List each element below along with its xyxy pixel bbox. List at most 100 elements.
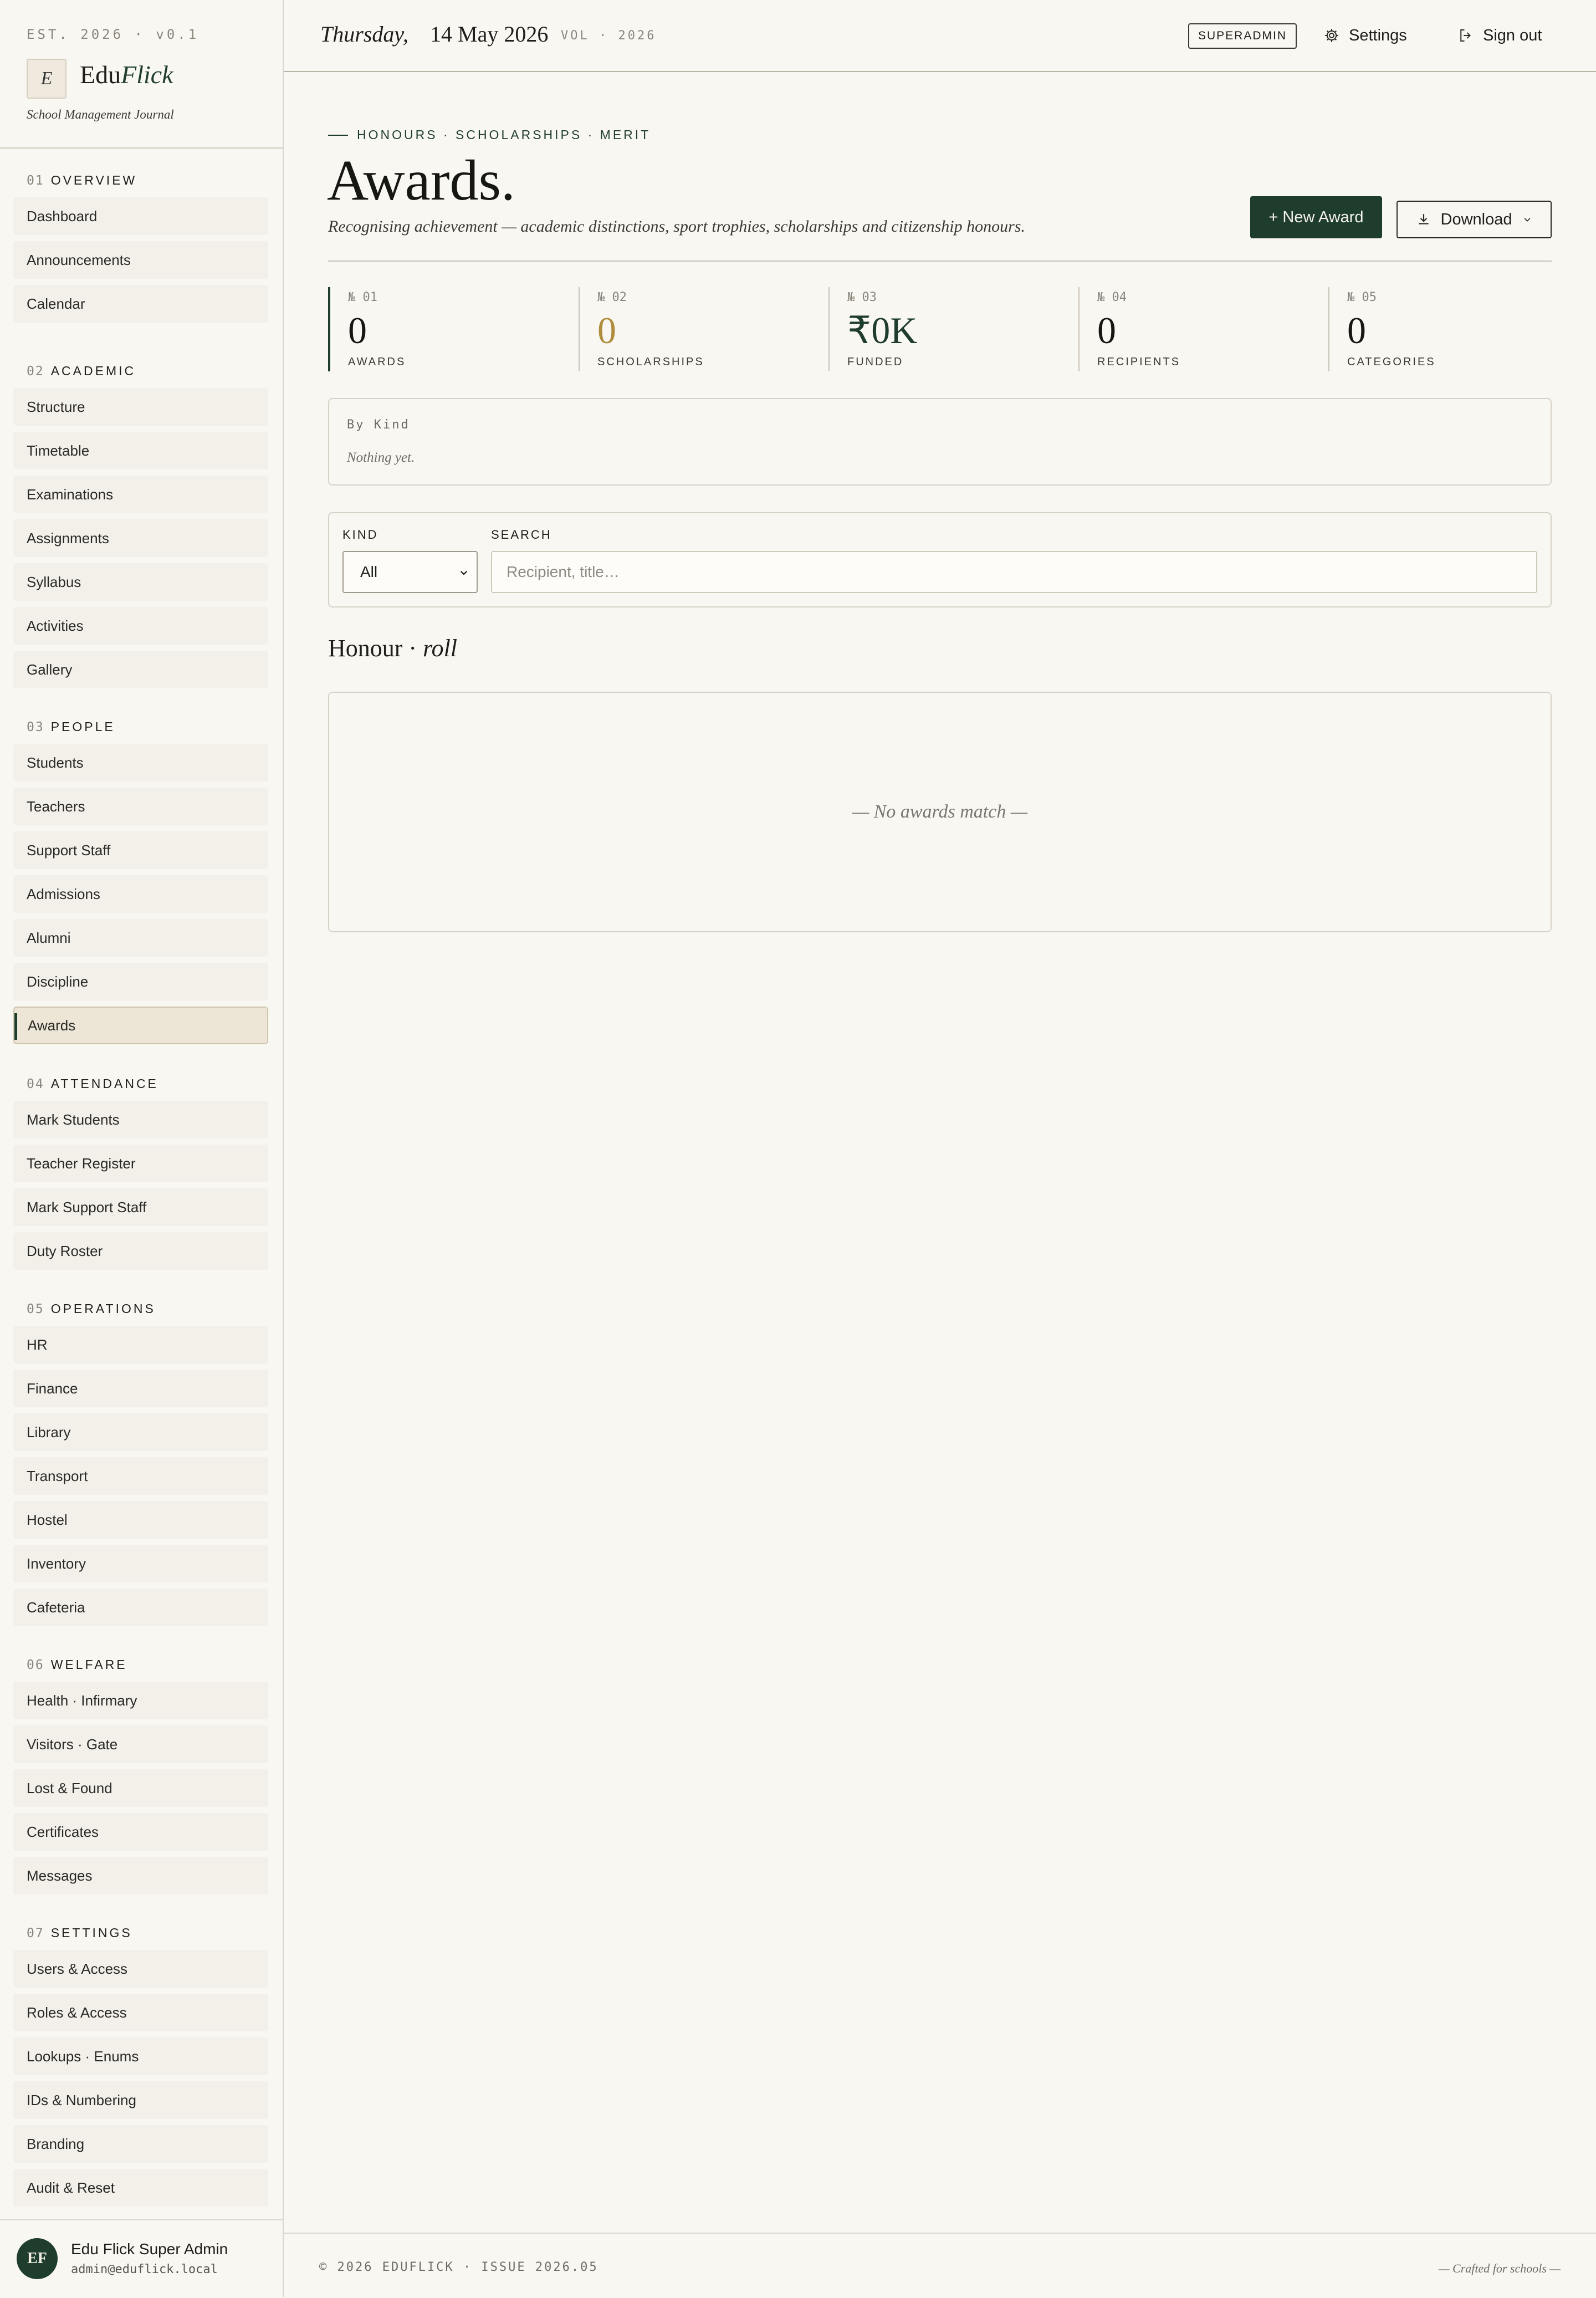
by-kind-title: By Kind xyxy=(347,418,410,432)
stat-tile-categories: № 05 0 CATEGORIES xyxy=(1328,287,1580,371)
settings-label: Settings xyxy=(1349,26,1407,44)
nav-group-title: OVERVIEW xyxy=(50,173,137,187)
sidebar-item-structure[interactable]: Structure xyxy=(13,388,268,426)
stat-value: 0 xyxy=(1097,309,1116,351)
page-subtitle: Recognising achievement — academic disti… xyxy=(328,217,1025,236)
nav-group-heading: 05 OPERATIONS xyxy=(27,1301,156,1316)
sidebar-item-audit-reset[interactable]: Audit & Reset xyxy=(13,2169,268,2207)
search-filter-label: SEARCH xyxy=(491,528,552,542)
current-day: Thursday, xyxy=(320,22,408,47)
sidebar-item-library[interactable]: Library xyxy=(13,1413,268,1451)
nav-group-heading: 01 OVERVIEW xyxy=(27,173,137,188)
by-kind-empty-text: Nothing yet. xyxy=(347,450,415,465)
sidebar-item-admissions[interactable]: Admissions xyxy=(13,875,268,913)
sidebar-item-finance[interactable]: Finance xyxy=(13,1370,268,1407)
stat-label: RECIPIENTS xyxy=(1097,356,1181,368)
sidebar-item-lookups-enums[interactable]: Lookups · Enums xyxy=(13,2037,268,2075)
sidebar-item-alumni[interactable]: Alumni xyxy=(13,919,268,957)
eyebrow-text: HONOURS · SCHOLARSHIPS · MERIT xyxy=(357,127,651,142)
kind-filter-label: KIND xyxy=(342,528,378,542)
sidebar-item-roles-access[interactable]: Roles & Access xyxy=(13,1994,268,2031)
sidebar-item-users-access[interactable]: Users & Access xyxy=(13,1950,268,1988)
sidebar-item-cafeteria[interactable]: Cafeteria xyxy=(13,1589,268,1626)
nav-group-title: ACADEMIC xyxy=(50,364,136,378)
sidebar-item-mark-support-staff[interactable]: Mark Support Staff xyxy=(13,1188,268,1226)
nav-group-heading: 02 ACADEMIC xyxy=(27,364,136,379)
nav-group-number: 04 xyxy=(27,1077,44,1091)
sidebar-item-health-infirmary[interactable]: Health · Infirmary xyxy=(13,1682,268,1719)
page-title: Awards. xyxy=(327,149,515,212)
sidebar-item-timetable[interactable]: Timetable xyxy=(13,432,268,469)
sidebar-item-syllabus[interactable]: Syllabus xyxy=(13,563,268,601)
stat-label: FUNDED xyxy=(847,356,904,368)
sidebar-item-hostel[interactable]: Hostel xyxy=(13,1501,268,1539)
nav-group-number: 06 xyxy=(27,1658,44,1672)
stat-label: AWARDS xyxy=(348,356,406,368)
sidebar-item-mark-students[interactable]: Mark Students xyxy=(13,1101,268,1138)
sidebar-item-discipline[interactable]: Discipline xyxy=(13,963,268,1000)
stat-label: SCHOLARSHIPS xyxy=(597,356,704,368)
stat-value: 0 xyxy=(348,309,367,351)
download-button[interactable]: Download xyxy=(1396,201,1552,238)
sidebar-item-teachers[interactable]: Teachers xyxy=(13,788,268,825)
sidebar-item-certificates[interactable]: Certificates xyxy=(13,1813,268,1851)
sidebar-item-dashboard[interactable]: Dashboard xyxy=(13,197,268,235)
stat-tile-recipients: № 04 0 RECIPIENTS xyxy=(1078,287,1330,371)
brand-name-part-b: Flick xyxy=(121,60,173,89)
sidebar-item-examinations[interactable]: Examinations xyxy=(13,476,268,513)
stat-tile-awards: № 01 0 AWARDS xyxy=(328,287,581,371)
brand-name-part-a: Edu xyxy=(80,60,121,89)
honour-roll-list: — No awards match — xyxy=(328,692,1552,932)
stat-tile-funded: № 03 ₹0K FUNDED xyxy=(828,287,1080,371)
nav-group-title: OPERATIONS xyxy=(50,1301,156,1316)
kind-select-value: All xyxy=(360,563,378,580)
chevron-down-icon xyxy=(460,570,468,575)
honour-roll-title-a: Honour · xyxy=(328,635,423,662)
sidebar-item-assignments[interactable]: Assignments xyxy=(13,519,268,557)
sidebar-item-messages[interactable]: Messages xyxy=(13,1857,268,1894)
stat-index: № 02 xyxy=(597,290,627,304)
sidebar-item-gallery[interactable]: Gallery xyxy=(13,651,268,688)
stat-tile-scholarships: № 02 0 SCHOLARSHIPS xyxy=(579,287,830,371)
stat-label: CATEGORIES xyxy=(1347,356,1436,368)
user-name: Edu Flick Super Admin xyxy=(71,2240,228,2258)
settings-button[interactable]: Settings xyxy=(1323,24,1407,47)
avatar[interactable]: EF xyxy=(17,2238,58,2279)
sidebar: EST. 2026 · v0.1 E EduFlick School Manag… xyxy=(0,0,284,2297)
nav-group-heading: 04 ATTENDANCE xyxy=(27,1076,158,1091)
sidebar-item-visitors-gate[interactable]: Visitors · Gate xyxy=(13,1725,268,1763)
sign-out-icon xyxy=(1460,29,1471,42)
stat-index: № 03 xyxy=(847,290,877,304)
gear-icon xyxy=(1325,29,1338,42)
sidebar-item-hr[interactable]: HR xyxy=(13,1326,268,1364)
brand-logo-mark[interactable]: E xyxy=(27,59,66,99)
sidebar-item-duty-roster[interactable]: Duty Roster xyxy=(13,1232,268,1270)
sign-out-button[interactable]: Sign out xyxy=(1457,24,1542,47)
brand-name[interactable]: EduFlick xyxy=(80,60,173,89)
download-icon xyxy=(1418,214,1429,224)
sidebar-item-awards[interactable]: Awards xyxy=(13,1007,268,1044)
sidebar-item-ids-numbering[interactable]: IDs & Numbering xyxy=(13,2081,268,2119)
chevron-down-icon xyxy=(1525,218,1531,222)
sidebar-item-students[interactable]: Students xyxy=(13,744,268,782)
sidebar-item-inventory[interactable]: Inventory xyxy=(13,1545,268,1582)
stat-index: № 05 xyxy=(1347,290,1377,304)
nav-group-number: 01 xyxy=(27,173,44,188)
sidebar-item-calendar[interactable]: Calendar xyxy=(13,285,268,323)
filters-card: KIND All SEARCH xyxy=(328,512,1552,607)
top-bar: Thursday, 14 May 2026 VOL · 2026 SUPERAD… xyxy=(284,0,1596,72)
nav-group-number: 03 xyxy=(27,720,44,734)
sidebar-item-transport[interactable]: Transport xyxy=(13,1457,268,1495)
kind-select[interactable]: All xyxy=(342,551,478,593)
sidebar-item-lost-found[interactable]: Lost & Found xyxy=(13,1769,268,1807)
volume-label: VOL · 2026 xyxy=(561,29,657,43)
sidebar-item-activities[interactable]: Activities xyxy=(13,607,268,645)
sidebar-item-teacher-register[interactable]: Teacher Register xyxy=(13,1145,268,1182)
sidebar-item-branding[interactable]: Branding xyxy=(13,2125,268,2163)
sidebar-item-support-staff[interactable]: Support Staff xyxy=(13,831,268,869)
sidebar-version: EST. 2026 · v0.1 xyxy=(27,27,200,42)
new-award-button[interactable]: + New Award xyxy=(1250,196,1382,238)
search-input[interactable] xyxy=(491,551,1537,593)
sidebar-item-announcements[interactable]: Announcements xyxy=(13,241,268,279)
footer: © 2026 EDUFLICK · ISSUE 2026.05 — Crafte… xyxy=(284,2233,1596,2298)
